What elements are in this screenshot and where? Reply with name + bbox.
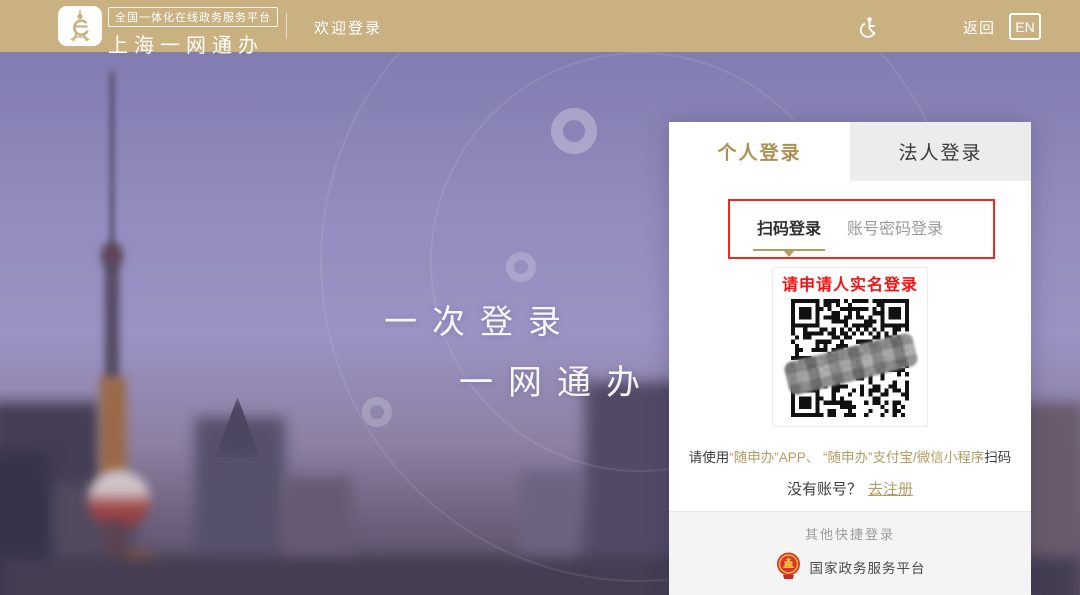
hint-app: “随申办”APP、 bbox=[729, 450, 820, 465]
national-platform-label: 国家政务服务平台 bbox=[809, 560, 926, 576]
slogan-line2: 一网通办 bbox=[459, 364, 655, 402]
citizen-logo-icon bbox=[70, 10, 90, 42]
pearl-tower-lattice bbox=[100, 377, 126, 477]
hint-suffix: 扫码 bbox=[984, 450, 1012, 465]
accessibility-icon[interactable] bbox=[856, 15, 880, 39]
active-subtab-underline bbox=[752, 249, 825, 257]
header-divider bbox=[286, 13, 287, 39]
language-toggle[interactable]: EN bbox=[1009, 13, 1041, 40]
top-header: 全国一体化在线政务服务平台 上海一网通办 欢迎登录 返回 EN bbox=[0, 0, 1080, 57]
hint-prefix: 请使用 bbox=[688, 450, 730, 465]
qr-code bbox=[782, 299, 920, 417]
site-logo[interactable] bbox=[58, 6, 102, 46]
pearl-tower-sphere bbox=[88, 470, 150, 530]
welcome-text: 欢迎登录 bbox=[314, 20, 383, 37]
page: 一次登录 一网通办 全国一体化在线政务服务平台 上海一网通办 欢迎登录 返回 E… bbox=[0, 0, 1080, 595]
national-emblem-icon bbox=[776, 552, 800, 579]
register-link[interactable]: 去注册 bbox=[868, 481, 913, 498]
back-button[interactable]: 返回 bbox=[963, 17, 995, 38]
decor-ring bbox=[551, 108, 597, 154]
decor-ring bbox=[506, 252, 536, 282]
login-tabs: 个人登录 法人登录 bbox=[669, 122, 1031, 181]
tab-personal-login[interactable]: 个人登录 bbox=[669, 122, 850, 181]
realname-annotation: 请申请人实名登录 bbox=[781, 277, 918, 294]
national-platform-login[interactable]: 国家政务服务平台 bbox=[669, 552, 1031, 581]
qr-container: 请申请人实名登录 bbox=[772, 267, 928, 427]
pearl-tower-column bbox=[105, 262, 119, 382]
register-row: 没有账号？ 去注册 bbox=[669, 478, 1031, 499]
subtab-password-login[interactable]: 账号密码登录 bbox=[847, 215, 943, 243]
platform-tag: 全国一体化在线政务服务平台 bbox=[108, 7, 278, 27]
register-question: 没有账号？ bbox=[786, 481, 862, 498]
hint-miniprogram: “随申办”支付宝/微信小程序 bbox=[819, 450, 985, 465]
site-name: 上海一网通办 bbox=[108, 35, 264, 57]
login-panel: 个人登录 法人登录 扫码登录 账号密码登录 请申请人实名登录 请使用“随申办”A… bbox=[669, 122, 1031, 595]
other-login-label: 其他快捷登录 bbox=[804, 527, 895, 542]
qr-hint: 请使用“随申办”APP、 “随申办”支付宝/微信小程序扫码 bbox=[669, 446, 1031, 466]
quick-login-section: 其他快捷登录 国家政务服务平台 bbox=[669, 511, 1031, 595]
subtab-qr-label: 扫码登录 bbox=[756, 221, 821, 238]
login-subtabs: 扫码登录 账号密码登录 bbox=[669, 200, 1031, 258]
brand: 全国一体化在线政务服务平台 上海一网通办 bbox=[108, 7, 278, 58]
decor-ring bbox=[362, 397, 392, 427]
subtab-qr-login[interactable]: 扫码登录 bbox=[752, 215, 825, 257]
tab-corporate-login[interactable]: 法人登录 bbox=[850, 122, 1031, 181]
slogan-line1: 一次登录 bbox=[384, 303, 576, 340]
